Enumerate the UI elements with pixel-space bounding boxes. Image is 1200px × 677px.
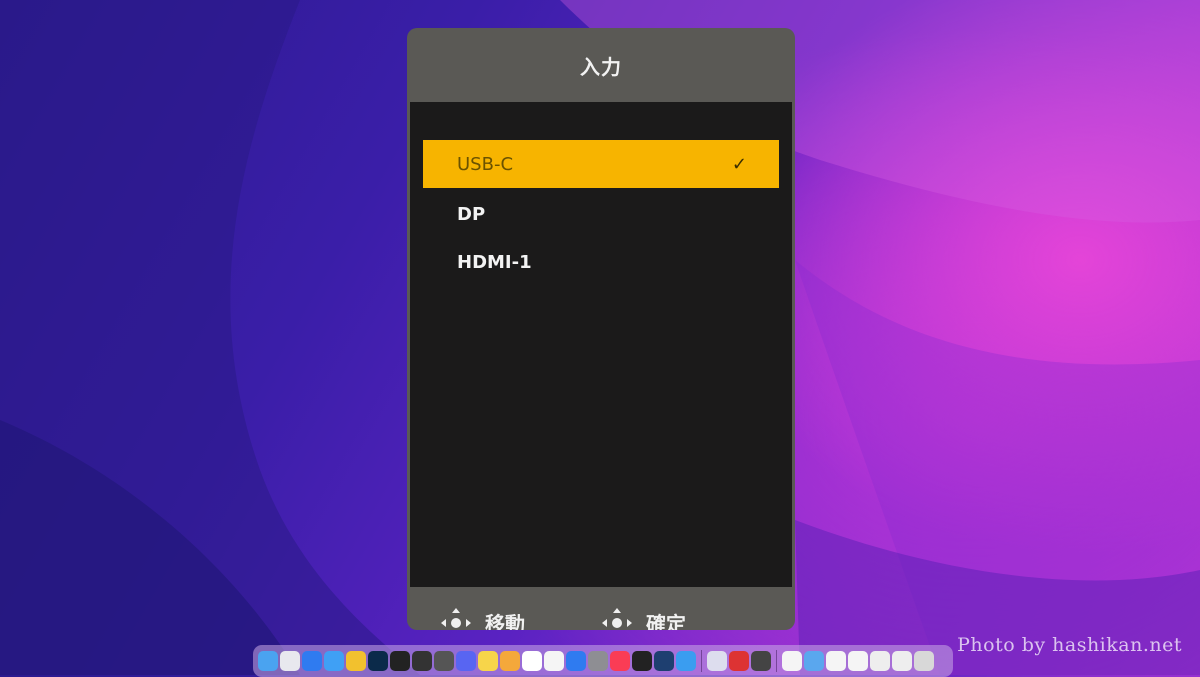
input-item-hdmi-1[interactable]: HDMI-1 (423, 238, 779, 286)
input-item-label: HDMI-1 (457, 251, 532, 273)
pdf-icon[interactable] (729, 651, 749, 671)
dock-separator (701, 650, 702, 672)
osd-footer: 移動 確定 (407, 587, 795, 630)
confirm-label: 確定 (646, 612, 686, 630)
input-item-dp[interactable]: DP (423, 190, 779, 238)
input-osd-panel: 入力 USB-C ✓ DP HDMI-1 移動 確定 (407, 28, 795, 630)
document-3-icon[interactable] (848, 651, 868, 671)
trash-icon[interactable] (914, 651, 934, 671)
safari-icon[interactable] (324, 651, 344, 671)
dock-separator (776, 650, 777, 672)
photoshop-icon[interactable] (654, 651, 674, 671)
input-source-list: USB-C ✓ DP HDMI-1 (410, 102, 792, 587)
lightroom-icon[interactable] (368, 651, 388, 671)
final-cut-icon[interactable] (412, 651, 432, 671)
notes-icon[interactable] (478, 651, 498, 671)
preview-icon[interactable] (707, 651, 727, 671)
move-label: 移動 (485, 612, 525, 630)
input-item-label: DP (457, 203, 486, 225)
photo-credit-watermark: Photo by hashikan.net (957, 634, 1182, 656)
photos-icon[interactable] (500, 651, 520, 671)
image-2-icon[interactable] (892, 651, 912, 671)
image-icon[interactable] (870, 651, 890, 671)
document-icon[interactable] (782, 651, 802, 671)
app-store-icon[interactable] (302, 651, 322, 671)
document-2-icon[interactable] (826, 651, 846, 671)
notepad-icon[interactable] (544, 651, 564, 671)
music-icon[interactable] (610, 651, 630, 671)
joystick-move-icon (441, 607, 471, 628)
folder-icon[interactable] (804, 651, 824, 671)
joystick-confirm-icon (602, 607, 632, 628)
input-item-label: USB-C (457, 153, 514, 175)
terminal-icon[interactable] (632, 651, 652, 671)
checkmark-icon: ✓ (731, 153, 747, 175)
launchpad-icon[interactable] (280, 651, 300, 671)
app-store-2-icon[interactable] (566, 651, 586, 671)
input-item-usb-c[interactable]: USB-C ✓ (423, 140, 779, 188)
discord-icon[interactable] (456, 651, 476, 671)
chrome-icon[interactable] (346, 651, 366, 671)
quicktime-icon[interactable] (434, 651, 454, 671)
reminders-icon[interactable] (522, 651, 542, 671)
move-hint: 移動 (439, 606, 525, 630)
settings-icon[interactable] (588, 651, 608, 671)
osd-title: 入力 (580, 54, 622, 79)
network-icon[interactable] (676, 651, 696, 671)
davinci-icon[interactable] (390, 651, 410, 671)
confirm-hint: 確定 (600, 606, 686, 630)
finder-icon[interactable] (258, 651, 278, 671)
logic-icon[interactable] (751, 651, 771, 671)
macos-dock (253, 645, 953, 677)
